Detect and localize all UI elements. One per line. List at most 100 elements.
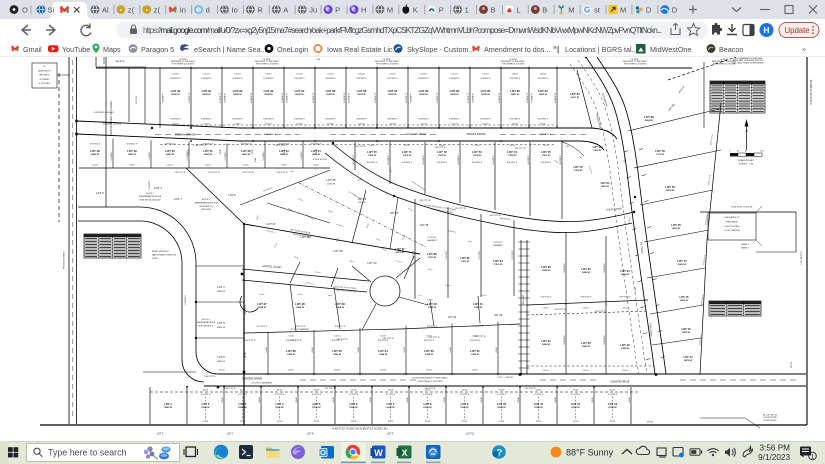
svg-text:O: O [22,5,28,14]
svg-text:P: P [439,5,444,14]
svg-text:LOT 82: LOT 82 [510,89,520,93]
svg-text:125.00': 125.00' [509,145,515,147]
svg-text:S 0°02′00″ W: S 0°02′00″ W [349,93,351,103]
svg-text:N 89°58′00″ E: N 89°58′00″ E [356,78,367,80]
svg-text:S 0°21′00″ W: S 0°21′00″ W [353,155,355,165]
svg-text:125.00': 125.00' [543,145,549,147]
svg-text:125.00': 125.00' [314,421,320,423]
svg-text:SE COR. SEC 14: SE COR. SEC 14 [763,415,777,417]
svg-text:N 89°58′00″ E: N 89°58′00″ E [127,144,137,146]
svg-text:EASEMENT: EASEMENT [427,239,436,242]
svg-text:S 0°32′38″ E: S 0°32′38″ E [245,304,247,314]
svg-text:N 89°58′00″ E: N 89°58′00″ E [232,78,243,80]
svg-text:FOR UTILITIES: FOR UTILITIES [725,226,740,228]
svg-text:125.00': 125.00' [583,370,589,372]
svg-text:POINT: POINT [152,258,159,260]
svg-text:LOT 45: LOT 45 [334,249,343,253]
svg-text:27145 SF: 27145 SF [327,183,336,185]
svg-text:S 89°27′22″ W: S 89°27′22″ W [325,388,336,390]
svg-text:18635 SF: 18635 SF [202,94,211,96]
svg-text:125.00′: 125.00′ [316,149,318,155]
svg-text:LOT 35: LOT 35 [332,349,342,353]
svg-text:FOR STREET & UTILITIES: FOR STREET & UTILITIES [624,64,647,66]
svg-text:125.00': 125.00' [388,390,394,392]
svg-text:11908 SF: 11908 SF [333,354,342,356]
svg-text:FOR STREET & UTILITIES: FOR STREET & UTILITIES [502,64,525,66]
svg-text:11908 SF: 11908 SF [379,354,388,356]
svg-text:LOT 7: LOT 7 [227,433,234,436]
svg-text:LOT 96: LOT 96 [357,89,367,93]
svg-text:LOT 34: LOT 34 [378,349,388,353]
svg-text:125.00': 125.00' [573,390,579,392]
svg-text:N 89°27′22″ E: N 89°27′22″ E [620,296,631,298]
svg-text:N 89°58′00″ E: N 89°58′00″ E [294,119,305,121]
svg-text:FOR STREET & UTILITIES: FOR STREET & UTILITIES [256,64,279,66]
svg-text:17716 SF: 17716 SF [656,154,665,156]
svg-text:S 1°10′48″ E: S 1°10′48″ E [185,294,187,304]
svg-text:18635 SF: 18635 SF [357,94,366,96]
svg-text:125.00': 125.00' [234,74,241,76]
svg-text:N 89°27′22″ W 2067.34′ (N 89°: N 89°27′22″ W 2067.34′ (N 89°27′22″ W 20… [332,428,387,431]
svg-text:W: W [374,448,383,458]
svg-text:S 0°02′00″ W: S 0°02′00″ W [437,93,439,103]
svg-text:3:56 PM: 3:56 PM [760,444,791,453]
svg-text:Io: Io [232,5,238,14]
svg-text:12809 SF: 12809 SF [164,407,173,409]
svg-text:LOT 44: LOT 44 [368,261,377,265]
svg-text:S 0°21′00″ W: S 0°21′00″ W [493,155,495,165]
svg-text:125.00′: 125.00′ [188,149,190,155]
svg-text:125.00′: 125.00′ [450,347,452,353]
svg-text:LOT 12: LOT 12 [571,402,581,406]
svg-text:N 89°27′22″ E: N 89°27′22″ E [295,326,305,328]
svg-text:S 89°27′22″ W: S 89°27′22″ W [243,172,254,174]
svg-text:LOT 38: LOT 38 [295,302,305,306]
svg-text:12500 SF: 12500 SF [571,407,580,409]
svg-text:1: 1 [811,453,815,460]
svg-text:LOT 55: LOT 55 [327,178,336,182]
svg-text:13908 SF: 13908 SF [621,274,630,276]
svg-text:S 0°21′00″ W: S 0°21′00″ W [458,155,460,165]
svg-text:LOT 83: LOT 83 [419,89,429,93]
svg-text:13908 SF: 13908 SF [582,346,591,348]
svg-text:12809 SF: 12809 SF [217,291,226,293]
svg-text:S 89°27′22″ W: S 89°27′22″ W [291,340,302,342]
svg-text:LOT 47: LOT 47 [267,222,276,226]
svg-text:120': 120' [760,151,764,153]
svg-text:LOT 91: LOT 91 [202,89,212,93]
svg-text:GAS, CABLE TV AND STORM SEWERS: GAS, CABLE TV AND STORM SEWERS [733,62,765,65]
svg-text:M: M [387,5,393,14]
svg-text:LOT 77: LOT 77 [677,259,687,263]
svg-text:125.00': 125.00' [389,74,396,76]
svg-text:LOT 3: LOT 3 [239,402,247,406]
svg-text:Update: Update [785,26,810,35]
svg-text:A: A [283,5,288,14]
svg-text:S 0°02′00″ W: S 0°02′00″ W [375,93,377,103]
svg-text:N 89°58′00″ E: N 89°58′00″ E [387,78,398,80]
svg-text:N 89°27′22″ E: N 89°27′22″ E [335,326,345,328]
svg-text:SUB PLAT BKS 14: SUB PLAT BKS 14 [198,324,213,327]
svg-text:125.00': 125.00' [512,74,519,76]
svg-text:GINGER DRIVE: GINGER DRIVE [611,380,630,384]
svg-text:125.00': 125.00' [462,421,468,423]
svg-text:LOT 37: LOT 37 [257,302,267,306]
svg-text:S 89°27′22″ W: S 89°27′22″ W [555,309,566,311]
svg-text:125.00′: 125.00′ [220,149,222,155]
svg-text:C15: C15 [565,146,568,148]
svg-text:125.00′: 125.00′ [259,294,265,296]
svg-text:S 1°19′28″ E: S 1°19′28″ E [479,251,481,260]
svg-text:125.00': 125.00' [462,390,468,392]
svg-text:LOT 66: LOT 66 [427,252,437,256]
svg-text:125.00′: 125.00′ [129,165,135,167]
svg-text:DEDICATED TO: DEDICATED TO [724,216,740,219]
svg-text:N 89°58′00″ E: N 89°58′00″ E [480,119,491,121]
svg-text:S 89°27′22″ W: S 89°27′22″ W [383,338,394,340]
svg-text:TEGAN DRIVE: TEGAN DRIVE [175,133,195,137]
svg-text:17918 SF: 17918 SF [403,155,412,157]
svg-text:X: X [401,448,407,458]
svg-text:THE PUBLIC: THE PUBLIC [726,221,739,223]
svg-text:S 0°02′00″ W: S 0°02′00″ W [344,93,346,103]
svg-text:18635 SF: 18635 SF [450,94,459,96]
svg-text:125.00′: 125.00′ [288,336,294,338]
svg-text:LOT 9: LOT 9 [228,193,236,197]
svg-text:LOT 70: LOT 70 [367,150,377,154]
